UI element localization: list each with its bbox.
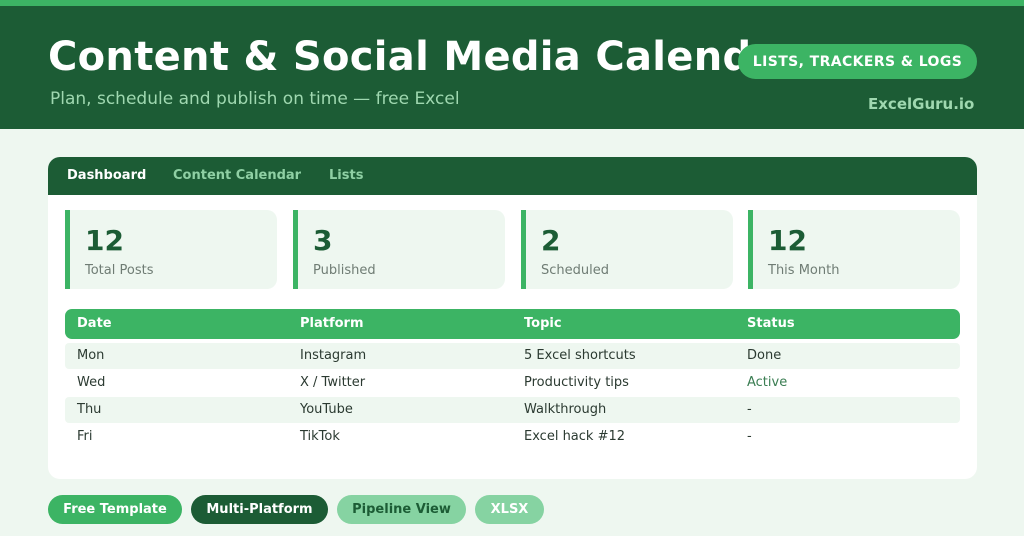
cell-date: Wed bbox=[77, 375, 106, 390]
stat-label: Scheduled bbox=[541, 263, 609, 278]
stat-label: This Month bbox=[768, 263, 840, 278]
tab-content-calendar[interactable]: Content Calendar bbox=[173, 157, 301, 195]
cell-platform: TikTok bbox=[300, 429, 340, 444]
page-header: Content & Social Media Calendar Plan, sc… bbox=[0, 6, 1024, 129]
cell-status: - bbox=[747, 429, 752, 444]
stat-value: 3 bbox=[313, 224, 333, 257]
table-row: Fri TikTok Excel hack #12 - bbox=[65, 424, 960, 450]
table-row: Thu YouTube Walkthrough - bbox=[65, 397, 960, 423]
cell-topic: Walkthrough bbox=[524, 402, 607, 417]
column-header-status: Status bbox=[747, 316, 795, 331]
spreadsheet-preview-card: Dashboard Content Calendar Lists 12 Tota… bbox=[48, 157, 977, 479]
cell-date: Fri bbox=[77, 429, 93, 444]
cell-status: - bbox=[747, 402, 752, 417]
stat-card-this-month: 12 This Month bbox=[748, 210, 960, 289]
cell-topic: Productivity tips bbox=[524, 375, 629, 390]
stat-value: 12 bbox=[768, 224, 807, 257]
cell-status: Active bbox=[747, 375, 788, 390]
tab-lists[interactable]: Lists bbox=[329, 157, 363, 195]
cell-platform: X / Twitter bbox=[300, 375, 366, 390]
page-title: Content & Social Media Calendar bbox=[48, 34, 799, 80]
cell-date: Thu bbox=[77, 402, 102, 417]
cell-platform: YouTube bbox=[300, 402, 353, 417]
brand-name: ExcelGuru.io bbox=[868, 95, 975, 113]
column-header-topic: Topic bbox=[524, 316, 562, 331]
table-row: Mon Instagram 5 Excel shortcuts Done bbox=[65, 343, 960, 369]
stat-card-scheduled: 2 Scheduled bbox=[521, 210, 733, 289]
cell-topic: 5 Excel shortcuts bbox=[524, 348, 636, 363]
cell-topic: Excel hack #12 bbox=[524, 429, 626, 444]
tag-xlsx: XLSX bbox=[475, 495, 544, 524]
cell-status: Done bbox=[747, 348, 782, 363]
table-row: Wed X / Twitter Productivity tips Active bbox=[65, 370, 960, 396]
table-header: Date Platform Topic Status bbox=[65, 309, 960, 339]
tag-multi-platform: Multi-Platform bbox=[191, 495, 328, 524]
page-subtitle: Plan, schedule and publish on time — fre… bbox=[50, 89, 460, 109]
tag-free-template: Free Template bbox=[48, 495, 182, 524]
cell-platform: Instagram bbox=[300, 348, 367, 363]
category-badge: LISTS, TRACKERS & LOGS bbox=[738, 44, 977, 79]
column-header-date: Date bbox=[77, 316, 112, 331]
column-header-platform: Platform bbox=[300, 316, 364, 331]
stat-card-total-posts: 12 Total Posts bbox=[65, 210, 277, 289]
sheet-tab-bar: Dashboard Content Calendar Lists bbox=[48, 157, 977, 195]
stat-card-published: 3 Published bbox=[293, 210, 505, 289]
cell-date: Mon bbox=[77, 348, 105, 363]
stat-label: Total Posts bbox=[85, 263, 154, 278]
stat-value: 12 bbox=[85, 224, 124, 257]
tag-pipeline-view: Pipeline View bbox=[337, 495, 466, 524]
stat-value: 2 bbox=[541, 224, 561, 257]
tab-dashboard[interactable]: Dashboard bbox=[67, 157, 146, 195]
stat-label: Published bbox=[313, 263, 376, 278]
